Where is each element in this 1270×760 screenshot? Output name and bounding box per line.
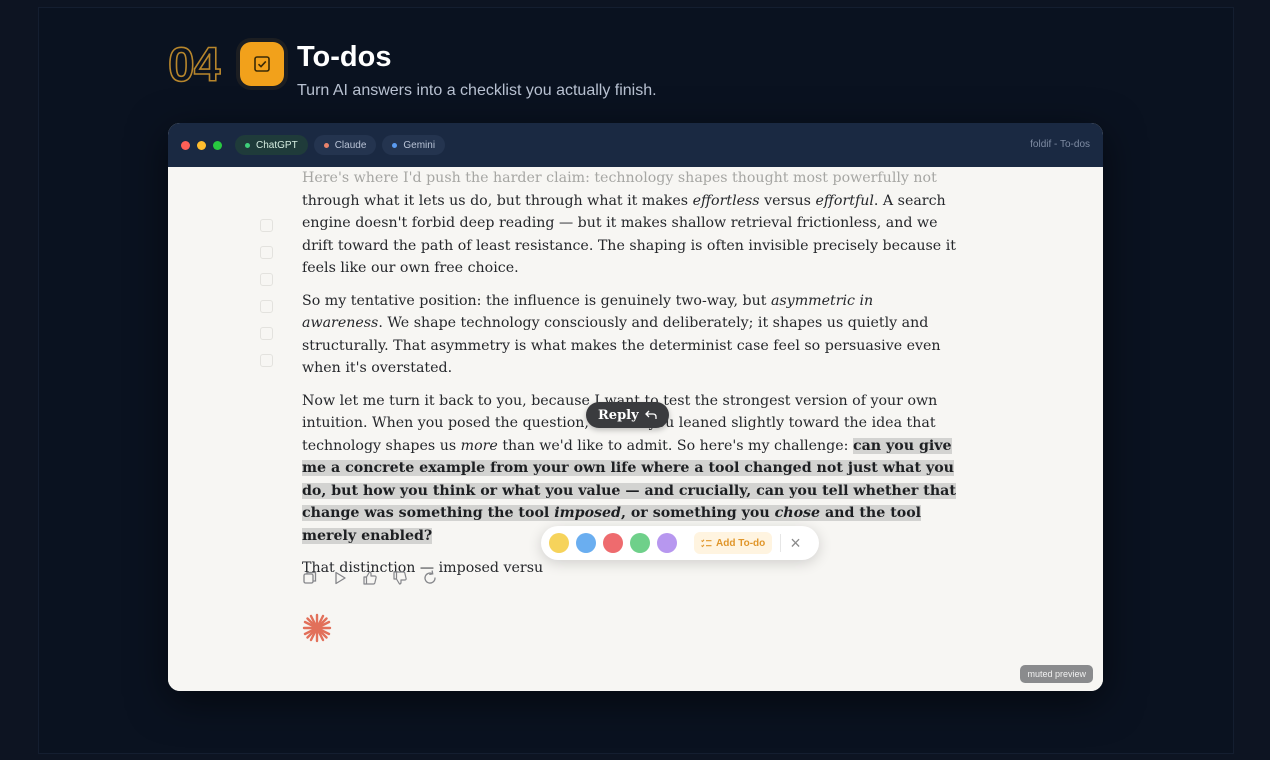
text: , or something you xyxy=(620,505,775,521)
add-todo-label: Add To-do xyxy=(716,537,766,549)
highlight-blue-button[interactable] xyxy=(576,533,596,553)
status-dot-icon xyxy=(392,142,398,148)
close-icon[interactable]: × xyxy=(790,534,801,552)
paragraph: So my tentative position: the influence … xyxy=(302,290,956,380)
assistant-spark-icon xyxy=(302,613,332,648)
faded-text: Here's where I'd push the harder claim: … xyxy=(302,170,937,186)
window-title: foldif - To-dos xyxy=(1030,139,1090,150)
copy-icon[interactable] xyxy=(302,570,318,586)
highlight-green-button[interactable] xyxy=(630,533,650,553)
emphasis: more xyxy=(460,437,498,454)
message-actions xyxy=(302,570,438,586)
tab-label: ChatGPT xyxy=(256,139,298,151)
highlight-red-button[interactable] xyxy=(603,533,623,553)
emphasis: effortless xyxy=(692,192,760,209)
reply-arrow-icon xyxy=(644,410,657,419)
emphasis: chose xyxy=(774,505,821,521)
emphasis: effortful xyxy=(815,192,874,209)
maximize-window-button[interactable] xyxy=(213,140,222,150)
step-number: 04 xyxy=(167,39,221,93)
thumbs-down-icon[interactable] xyxy=(392,570,408,586)
status-badge: muted preview xyxy=(1020,665,1093,683)
section-subtitle: Turn AI answers into a checklist you act… xyxy=(297,82,657,99)
status-dot-icon xyxy=(245,142,250,148)
tab-label: Gemini xyxy=(403,139,436,151)
section-title: To-dos xyxy=(297,41,392,73)
reply-label: Reply xyxy=(598,407,639,423)
text: through what it lets us do, but through … xyxy=(302,192,693,209)
tab-chatgpt[interactable]: ChatGPT xyxy=(235,135,308,155)
app-window: ChatGPT Claude Gemini foldif - To-dos He… xyxy=(168,123,1103,691)
sidebar-faded-icons xyxy=(260,219,274,381)
minimize-window-button[interactable] xyxy=(197,140,206,150)
tab-gemini[interactable]: Gemini xyxy=(382,135,446,155)
play-icon[interactable] xyxy=(332,570,348,586)
tab-claude[interactable]: Claude xyxy=(313,135,377,155)
checklist-icon xyxy=(701,538,712,547)
text: than we'd like to admit. So here's my ch… xyxy=(497,437,853,454)
chat-content: Here's where I'd push the harder claim: … xyxy=(168,167,1103,691)
thumbs-up-icon[interactable] xyxy=(362,570,378,586)
download-icon xyxy=(260,300,273,313)
divider xyxy=(780,534,782,552)
add-todo-button[interactable]: Add To-do xyxy=(694,532,773,554)
close-window-button[interactable] xyxy=(181,140,190,150)
reply-button[interactable]: Reply xyxy=(586,402,669,428)
highlight-toolbar: Add To-do × xyxy=(541,526,819,560)
highlight-yellow-button[interactable] xyxy=(549,533,569,553)
send-icon xyxy=(260,273,273,286)
share-icon xyxy=(260,354,273,367)
pin-icon xyxy=(260,219,273,232)
text: So my tentative position: the influence … xyxy=(302,292,771,309)
folder-icon xyxy=(260,327,273,340)
emphasis: imposed xyxy=(554,505,621,521)
tab-label: Claude xyxy=(334,139,367,151)
window-titlebar: ChatGPT Claude Gemini foldif - To-dos xyxy=(168,123,1103,167)
tag-icon xyxy=(260,246,273,259)
retry-icon[interactable] xyxy=(422,570,438,586)
highlight-purple-button[interactable] xyxy=(657,533,677,553)
paragraph: Here's where I'd push the harder claim: … xyxy=(302,167,956,280)
text: . We shape technology consciously and de… xyxy=(302,315,941,376)
status-dot-icon xyxy=(323,142,329,148)
todo-checkbox-icon xyxy=(240,42,284,86)
text: versus xyxy=(759,192,816,209)
